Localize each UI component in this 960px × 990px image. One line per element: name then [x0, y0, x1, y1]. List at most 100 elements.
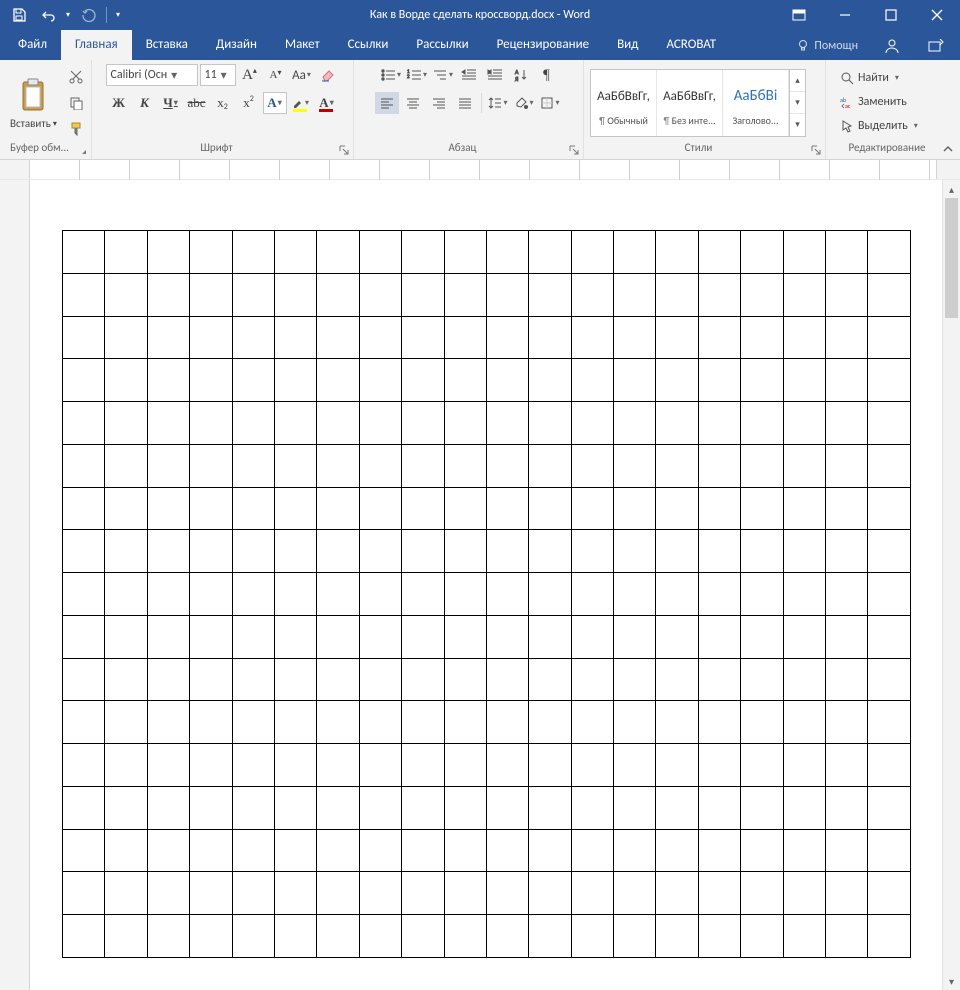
shading-button[interactable]: ▾ — [512, 92, 536, 114]
bold-button[interactable]: Ж — [107, 92, 131, 114]
decrease-indent-button[interactable] — [457, 64, 481, 86]
styles-gallery: АаБбВвГг, Обычный АаБбВвГг, Без инте... … — [590, 69, 806, 137]
ribbon-display-options-button[interactable] — [776, 0, 822, 30]
show-hide-marks-button[interactable]: ¶ — [535, 64, 559, 86]
tab-file[interactable]: Файл — [4, 30, 61, 60]
tab-design[interactable]: Дизайн — [202, 30, 271, 60]
format-painter-button[interactable] — [65, 119, 87, 139]
vertical-ruler[interactable] — [0, 180, 30, 990]
tab-layout[interactable]: Макет — [271, 30, 334, 60]
multilevel-list-button[interactable]: ▾ — [431, 64, 455, 86]
bullets-button[interactable]: ▾ — [379, 64, 403, 86]
text-effects-button[interactable]: A▾ — [263, 92, 287, 114]
quick-access-toolbar: ▾ ▾ — [0, 2, 125, 28]
sort-button[interactable]: AЯ — [509, 64, 533, 86]
ruler-corner — [0, 160, 30, 179]
font-color-button[interactable]: A▾ — [315, 92, 339, 114]
maximize-button[interactable] — [868, 0, 914, 30]
strikethrough-button[interactable]: abc — [185, 92, 209, 114]
style-no-spacing[interactable]: АаБбВвГг, Без инте... — [657, 70, 723, 136]
svg-text:2: 2 — [407, 74, 410, 80]
tab-acrobat[interactable]: ACROBAT — [652, 30, 730, 60]
qat-customize-button[interactable]: ▾ — [111, 2, 125, 28]
group-font-label: Шрифт — [92, 141, 353, 159]
grow-font-button[interactable]: A▴ — [238, 64, 262, 86]
clipboard-launcher[interactable] — [75, 143, 89, 157]
style-heading1[interactable]: АаБбВі Заголово... — [723, 70, 789, 136]
paragraph-launcher[interactable] — [567, 143, 581, 157]
crossword-table[interactable] — [62, 230, 911, 958]
underline-button[interactable]: Ч▾ — [159, 92, 183, 114]
save-button[interactable] — [6, 2, 32, 28]
borders-icon — [540, 96, 554, 110]
tab-home[interactable]: Главная — [61, 30, 132, 60]
borders-button[interactable]: ▾ — [538, 92, 562, 114]
shrink-font-button[interactable]: A▾ — [264, 64, 288, 86]
styles-scroll-down[interactable]: ▾ — [790, 92, 805, 114]
style-normal[interactable]: АаБбВвГг, Обычный — [591, 70, 657, 136]
select-button[interactable]: Выделить▾ — [836, 115, 922, 137]
styles-expand[interactable]: ▾ — [790, 114, 805, 135]
minimize-button[interactable] — [822, 0, 868, 30]
font-size-combo[interactable]: 11▾ — [200, 64, 236, 86]
ruler-right — [936, 160, 960, 179]
align-left-button[interactable] — [375, 92, 399, 114]
subscript-button[interactable]: x2 — [211, 92, 235, 114]
copy-button[interactable] — [65, 93, 87, 113]
highlighter-icon — [292, 97, 304, 109]
cut-button[interactable] — [65, 67, 87, 87]
clear-formatting-button[interactable] — [316, 64, 340, 86]
find-button[interactable]: Найти▾ — [836, 67, 922, 89]
tab-insert[interactable]: Вставка — [132, 30, 202, 60]
page[interactable] — [30, 180, 942, 990]
account-button[interactable] — [874, 32, 910, 60]
ribbon: Вставить▾ Буфер обм... Calibri (Осн▾ 11▾… — [0, 60, 960, 160]
tab-view[interactable]: Вид — [603, 30, 652, 60]
italic-button[interactable]: К — [133, 92, 157, 114]
undo-dropdown[interactable]: ▾ — [62, 2, 74, 28]
horizontal-ruler[interactable] — [30, 160, 936, 179]
qat-separator — [106, 7, 107, 23]
chevron-down-icon[interactable]: ▾ — [169, 68, 179, 83]
scroll-thumb[interactable] — [945, 198, 958, 318]
tab-mailings[interactable]: Рассылки — [402, 30, 482, 60]
scroll-up-button[interactable]: ▴ — [943, 180, 960, 198]
clipboard-icon — [16, 75, 50, 115]
undo-button[interactable] — [34, 2, 60, 28]
scroll-track[interactable] — [943, 198, 960, 972]
superscript-button[interactable]: x2 — [237, 92, 261, 114]
horizontal-ruler-area — [0, 160, 960, 180]
scroll-down-button[interactable]: ▾ — [943, 972, 960, 990]
paste-button[interactable]: Вставить▾ — [6, 75, 61, 130]
tab-review[interactable]: Рецензирование — [483, 30, 603, 60]
collapse-ribbon-button[interactable] — [940, 141, 956, 157]
justify-button[interactable] — [453, 92, 477, 114]
tab-references[interactable]: Ссылки — [334, 30, 403, 60]
font-name-combo[interactable]: Calibri (Осн▾ — [106, 64, 198, 86]
tell-me-label: Помощн — [814, 39, 858, 53]
align-center-button[interactable] — [401, 92, 425, 114]
close-button[interactable] — [914, 0, 960, 30]
highlight-button[interactable]: ▾ — [289, 92, 313, 114]
numbering-button[interactable]: 12▾ — [405, 64, 429, 86]
line-spacing-button[interactable]: ▾ — [486, 92, 510, 114]
paint-bucket-icon — [514, 96, 528, 110]
align-right-button[interactable] — [427, 92, 451, 114]
document-area: ▴ ▾ — [0, 180, 960, 990]
share-button[interactable] — [918, 32, 954, 60]
font-launcher[interactable] — [337, 143, 351, 157]
vertical-scrollbar: ▴ ▾ — [942, 180, 960, 990]
replace-button[interactable]: abac Заменить — [836, 91, 922, 113]
separator — [481, 93, 482, 113]
group-styles: АаБбВвГг, Обычный АаБбВвГг, Без инте... … — [584, 60, 826, 159]
group-clipboard: Вставить▾ Буфер обм... — [0, 60, 92, 159]
window-controls — [776, 0, 960, 30]
group-styles-label: Стили — [584, 141, 825, 159]
chevron-down-icon[interactable]: ▾ — [219, 68, 229, 83]
styles-scroll-up[interactable]: ▴ — [790, 70, 805, 92]
change-case-button[interactable]: Aa▾ — [290, 64, 314, 86]
tell-me-search[interactable]: Помощн — [788, 32, 866, 60]
increase-indent-button[interactable] — [483, 64, 507, 86]
redo-button[interactable] — [76, 2, 102, 28]
styles-launcher[interactable] — [809, 143, 823, 157]
